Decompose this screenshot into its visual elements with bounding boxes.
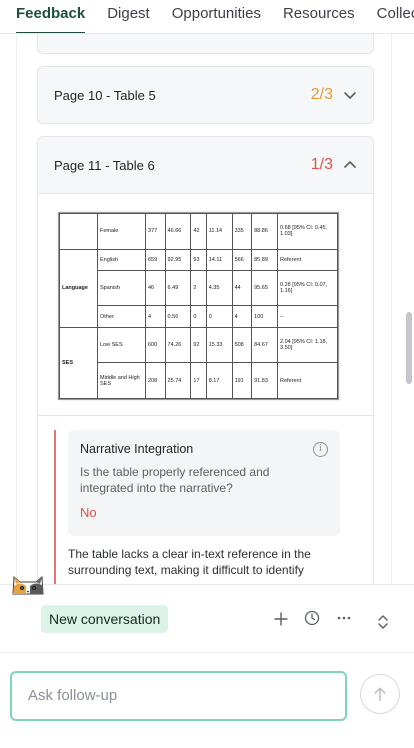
table-card-header[interactable]: Page 11 - Table 6 1/3	[38, 137, 373, 193]
table-cell	[59, 213, 98, 250]
criterion-explanation: The table lacks a clear in-text referenc…	[68, 547, 311, 577]
table-cell: 0.28 [95% CI: 0.07, 1.16]	[277, 269, 338, 307]
table-row: Female 377 46.66 42 11.14 335 88.86 0.68…	[59, 213, 338, 250]
table-cell: 191	[231, 362, 253, 399]
criterion-answer: No	[80, 505, 97, 520]
chat-bar: New conversation Ask follow-up	[0, 584, 414, 748]
table-image: Female 377 46.66 42 11.14 335 88.86 0.68…	[58, 212, 339, 400]
criterion-title: Narrative Integration	[80, 442, 194, 456]
tab-collections[interactable]: Collec	[377, 0, 414, 33]
table-cell: Female	[97, 213, 146, 250]
send-arrow-icon[interactable]	[360, 674, 400, 714]
table-cell: 566	[231, 248, 253, 271]
table-cell: 2.04 [95% CI: 1.18, 3.50]	[277, 326, 338, 364]
table-cell: 92	[190, 326, 207, 364]
criterion-narrative-integration: Narrative Integration i Is the table pro…	[54, 430, 340, 584]
table-cell: 0	[205, 305, 233, 328]
table-card-header[interactable]: Page 10 - Table 5 2/3	[38, 67, 373, 123]
table-cell: 95.65	[251, 269, 278, 307]
table-cell: Referent	[277, 362, 338, 399]
table-cell: 25.74	[164, 362, 192, 399]
table-cell: Middle and High SES	[97, 362, 146, 399]
table-cell: 0.56	[164, 305, 192, 328]
table-cell: Low SES	[97, 326, 146, 364]
app: Feedback Digest Opportunities Resources …	[0, 0, 414, 748]
table-card-score: 2/3	[310, 86, 333, 103]
tab-feedback[interactable]: Feedback	[16, 0, 86, 33]
history-icon[interactable]	[303, 609, 321, 627]
cat-mascot-icon	[12, 575, 44, 595]
table-cell: Language	[59, 248, 98, 328]
previous-card-bottom	[37, 34, 374, 54]
table-cell: --	[277, 305, 338, 328]
feedback-panel: Page 10 - Table 5 2/3 Page 11 - Table 6 …	[0, 34, 414, 584]
tab-opportunities[interactable]: Opportunities	[172, 0, 261, 33]
table-row: Other 4 0.56 0 0 4 100 --	[60, 305, 338, 328]
table-card-title: Page 11 - Table 6	[54, 157, 155, 173]
table-cell: 84.67	[251, 326, 278, 364]
table-cell: 44	[231, 269, 253, 307]
table-cell: 335	[231, 213, 253, 250]
table-cell: 0	[190, 305, 207, 328]
divider	[38, 415, 373, 416]
table-cell: 85.89	[251, 248, 278, 271]
table-cell: Other	[97, 305, 146, 328]
table-row: Middle and High SES 208 25.74 17 8.17 19…	[60, 362, 338, 399]
table-cell: 88.86	[251, 213, 278, 250]
table-cell: 377	[145, 213, 166, 250]
table-row: Language English 659 92.95 93 14.11 566 …	[59, 248, 338, 328]
table-cell: Referent	[277, 248, 338, 271]
table-cell: Spanish	[97, 269, 146, 307]
table-cell: 508	[231, 326, 253, 364]
table-row: SES Low SES 600 74.26 92 15.33 508 84.67…	[59, 326, 338, 400]
chevron-up-icon[interactable]	[343, 158, 357, 172]
more-icon[interactable]	[335, 609, 353, 627]
divider	[0, 652, 414, 653]
table-cell: 15.33	[205, 326, 233, 364]
table-cell: 8.17	[205, 362, 233, 399]
table-image-grid: Female 377 46.66 42 11.14 335 88.86 0.68…	[59, 213, 338, 400]
new-conversation-button[interactable]: New conversation	[41, 605, 169, 633]
table-cell: SES	[59, 326, 98, 400]
table-card-body: Female 377 46.66 42 11.14 335 88.86 0.68…	[38, 193, 373, 584]
table-cell: 100	[251, 305, 278, 328]
expand-icon[interactable]	[374, 613, 392, 631]
table-card-page-10[interactable]: Page 10 - Table 5 2/3	[37, 66, 374, 124]
tab-digest[interactable]: Digest	[107, 0, 150, 33]
feedback-column: Page 10 - Table 5 2/3 Page 11 - Table 6 …	[16, 34, 392, 584]
table-cell: 91.83	[251, 362, 278, 399]
ask-follow-up-input[interactable]: Ask follow-up	[10, 671, 347, 721]
table-cell: 2	[190, 269, 207, 307]
table-cell: 4	[145, 305, 166, 328]
table-cell: 46	[145, 269, 166, 307]
table-cell: English	[97, 248, 146, 271]
info-icon[interactable]: i	[313, 442, 328, 457]
table-cell: 6.49	[164, 269, 192, 307]
tab-resources[interactable]: Resources	[283, 0, 355, 33]
table-cell: 600	[145, 326, 166, 364]
table-cell: 92.95	[164, 248, 192, 271]
table-cell: 17	[190, 362, 207, 399]
table-cell: 46.66	[164, 213, 192, 250]
table-cell: 93	[190, 248, 207, 271]
table-cell: 42	[190, 213, 207, 250]
plus-icon[interactable]	[272, 610, 290, 628]
criterion-question: Is the table properly referenced and int…	[80, 465, 270, 495]
criterion-box: Narrative Integration i Is the table pro…	[68, 430, 340, 536]
table-card-score: 1/3	[310, 156, 333, 173]
chevron-down-icon[interactable]	[343, 88, 357, 102]
table-cell: 0.68 [95% CI: 0.45, 1.03]	[277, 213, 338, 250]
table-cell: 14.11	[205, 248, 233, 271]
table-cell: 208	[145, 362, 166, 399]
table-cell: 4	[231, 305, 253, 328]
table-card-title: Page 10 - Table 5	[54, 87, 156, 103]
table-cell: 659	[145, 248, 166, 271]
scrollbar-thumb[interactable]	[406, 312, 412, 384]
table-row: Spanish 46 6.49 2 4.35 44 95.65 0.28 [95…	[60, 269, 338, 307]
table-card-page-11[interactable]: Page 11 - Table 6 1/3 Female 377 46.66 4…	[37, 136, 374, 584]
table-cell: 11.14	[205, 213, 233, 250]
tab-bar: Feedback Digest Opportunities Resources …	[0, 0, 414, 34]
table-cell: 74.26	[164, 326, 192, 364]
table-cell: 4.35	[205, 269, 233, 307]
